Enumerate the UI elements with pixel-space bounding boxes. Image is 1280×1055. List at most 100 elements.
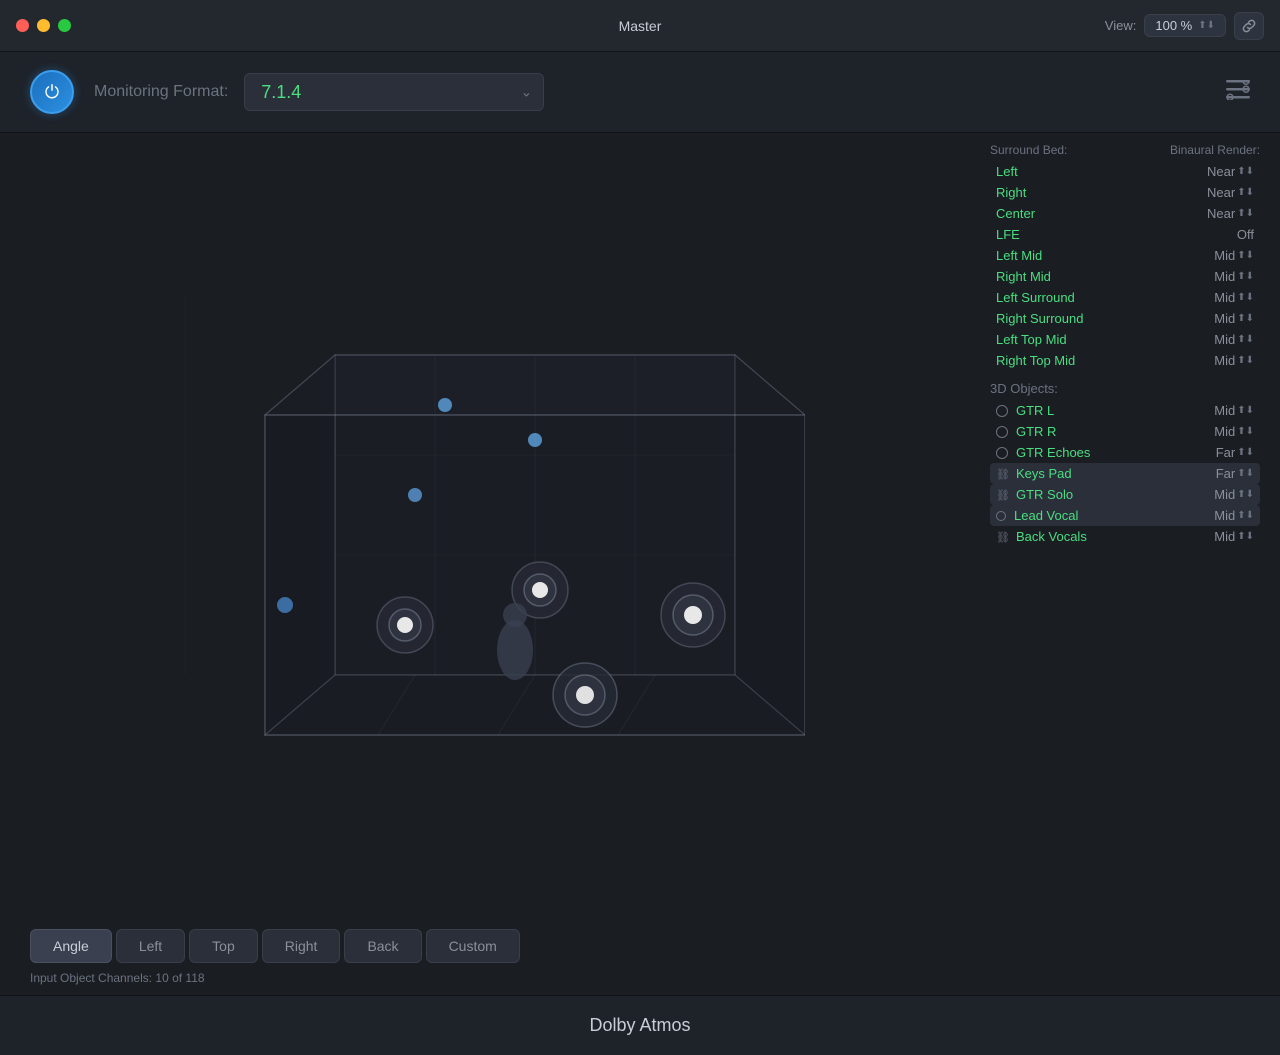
- traffic-lights: [16, 19, 71, 32]
- channel-row-right-surround: Right Surround Mid ⬆⬇: [990, 308, 1260, 329]
- menu-icon-btn[interactable]: [1226, 80, 1250, 105]
- surround-channels-list: Left Near ⬆⬇ Right Near ⬆⬇ Center Near ⬆…: [990, 161, 1260, 371]
- view-stepper-icon[interactable]: ⬆⬇: [1198, 20, 1215, 31]
- obj-row-gtr-echoes: GTR Echoes Far ⬆⬇: [990, 442, 1260, 463]
- channel-stepper-center[interactable]: ⬆⬇: [1237, 208, 1254, 219]
- channel-name-right: Right: [996, 185, 1199, 200]
- channel-name-left: Left: [996, 164, 1199, 179]
- channel-stepper-right-mid[interactable]: ⬆⬇: [1237, 271, 1254, 282]
- view-btn-back[interactable]: Back: [344, 929, 421, 963]
- power-icon: ⏻: [45, 82, 59, 103]
- viz-container: [30, 153, 960, 917]
- channel-row-left-mid: Left Mid Mid ⬆⬇: [990, 245, 1260, 266]
- channel-row-left-top-mid: Left Top Mid Mid ⬆⬇: [990, 329, 1260, 350]
- channel-name-center: Center: [996, 206, 1199, 221]
- obj-value-keys-pad: Far: [1199, 466, 1235, 481]
- obj-name-back-vocals: Back Vocals: [1016, 529, 1199, 544]
- channel-stepper-right-top-mid[interactable]: ⬆⬇: [1237, 355, 1254, 366]
- channel-row-left: Left Near ⬆⬇: [990, 161, 1260, 182]
- power-button[interactable]: ⏻: [30, 70, 74, 114]
- obj-stepper-keys-pad[interactable]: ⬆⬇: [1237, 468, 1254, 479]
- app-title: Dolby Atmos: [589, 1015, 690, 1036]
- input-channels-label: Input Object Channels: 10 of 118: [30, 971, 205, 985]
- right-panel: Surround Bed: Binaural Render: Left Near…: [980, 133, 1280, 995]
- channel-name-left-top-mid: Left Top Mid: [996, 332, 1199, 347]
- obj-indicator-keys-pad: ⛓: [996, 468, 1008, 480]
- obj-value-back-vocals: Mid: [1199, 529, 1235, 544]
- view-value: 100 %: [1155, 18, 1192, 33]
- maximize-button[interactable]: [58, 19, 71, 32]
- obj-name-gtr-echoes: GTR Echoes: [1016, 445, 1199, 460]
- obj-indicator-gtr-echoes: [996, 447, 1008, 459]
- obj-row-gtr-l: GTR L Mid ⬆⬇: [990, 400, 1260, 421]
- channel-row-left-surround: Left Surround Mid ⬆⬇: [990, 287, 1260, 308]
- obj-stepper-back-vocals[interactable]: ⬆⬇: [1237, 531, 1254, 542]
- obj-name-gtr-solo: GTR Solo: [1016, 487, 1199, 502]
- obj-indicator-gtr-r: [996, 426, 1008, 438]
- channel-value-right: Near: [1199, 185, 1235, 200]
- channel-value-left-mid: Mid: [1199, 248, 1235, 263]
- channel-name-left-mid: Left Mid: [996, 248, 1199, 263]
- channel-row-lfe: LFE Off: [990, 224, 1260, 245]
- obj-row-lead-vocal: Lead Vocal Mid ⬆⬇: [990, 505, 1260, 526]
- window-title: Master: [619, 18, 662, 34]
- close-button[interactable]: [16, 19, 29, 32]
- top-section: ⏻ Monitoring Format: 7.1.4 ⌄: [0, 52, 1280, 133]
- channel-name-right-surround: Right Surround: [996, 311, 1199, 326]
- obj-name-lead-vocal: Lead Vocal: [1014, 508, 1199, 523]
- view-btn-custom[interactable]: Custom: [426, 929, 520, 963]
- monitoring-format-select[interactable]: 7.1.4: [244, 73, 544, 111]
- channel-value-left-surround: Mid: [1199, 290, 1235, 305]
- view-buttons: Angle Left Top Right Back Custom: [30, 929, 960, 963]
- obj-value-gtr-l: Mid: [1199, 403, 1235, 418]
- obj-value-gtr-solo: Mid: [1199, 487, 1235, 502]
- channel-value-right-mid: Mid: [1199, 269, 1235, 284]
- obj-stepper-gtr-echoes[interactable]: ⬆⬇: [1237, 447, 1254, 458]
- channel-stepper-right-surround[interactable]: ⬆⬇: [1237, 313, 1254, 324]
- channel-row-right: Right Near ⬆⬇: [990, 182, 1260, 203]
- view-control[interactable]: 100 % ⬆⬇: [1144, 14, 1226, 37]
- channel-name-left-surround: Left Surround: [996, 290, 1199, 305]
- monitoring-format-wrapper[interactable]: 7.1.4 ⌄: [244, 73, 544, 111]
- channel-value-right-top-mid: Mid: [1199, 353, 1235, 368]
- view-btn-right[interactable]: Right: [262, 929, 341, 963]
- input-channels-info: Input Object Channels: 10 of 118: [30, 971, 960, 985]
- view-btn-angle[interactable]: Angle: [30, 929, 112, 963]
- obj-stepper-gtr-r[interactable]: ⬆⬇: [1237, 426, 1254, 437]
- obj-indicator-back-vocals: ⛓: [996, 531, 1008, 543]
- link-button[interactable]: [1234, 12, 1264, 40]
- obj-name-gtr-l: GTR L: [1016, 403, 1199, 418]
- obj-row-gtr-r: GTR R Mid ⬆⬇: [990, 421, 1260, 442]
- viz-section: Angle Left Top Right Back Custom Input O…: [0, 133, 980, 995]
- obj-stepper-gtr-l[interactable]: ⬆⬇: [1237, 405, 1254, 416]
- channel-stepper-left-mid[interactable]: ⬆⬇: [1237, 250, 1254, 261]
- obj-row-gtr-solo: ⛓ GTR Solo Mid ⬆⬇: [990, 484, 1260, 505]
- view-btn-left[interactable]: Left: [116, 929, 185, 963]
- obj-name-keys-pad: Keys Pad: [1016, 466, 1199, 481]
- objects-section-label: 3D Objects:: [990, 381, 1260, 396]
- obj-name-gtr-r: GTR R: [1016, 424, 1199, 439]
- channel-row-right-mid: Right Mid Mid ⬆⬇: [990, 266, 1260, 287]
- channel-stepper-left-surround[interactable]: ⬆⬇: [1237, 292, 1254, 303]
- channel-row-center: Center Near ⬆⬇: [990, 203, 1260, 224]
- minimize-button[interactable]: [37, 19, 50, 32]
- channel-stepper-left[interactable]: ⬆⬇: [1237, 166, 1254, 177]
- view-label: View:: [1105, 18, 1137, 33]
- channel-value-right-surround: Mid: [1199, 311, 1235, 326]
- obj-stepper-lead-vocal[interactable]: ⬆⬇: [1237, 510, 1254, 521]
- channel-stepper-right[interactable]: ⬆⬇: [1237, 187, 1254, 198]
- view-btn-top[interactable]: Top: [189, 929, 258, 963]
- channel-value-center: Near: [1199, 206, 1235, 221]
- obj-value-lead-vocal: Mid: [1199, 508, 1235, 523]
- channel-value-left: Near: [1199, 164, 1235, 179]
- title-bar-controls: View: 100 % ⬆⬇: [1105, 12, 1264, 40]
- obj-stepper-gtr-solo[interactable]: ⬆⬇: [1237, 489, 1254, 500]
- channel-name-lfe: LFE: [996, 227, 1218, 242]
- channel-value-left-top-mid: Mid: [1199, 332, 1235, 347]
- obj-indicator-gtr-l: [996, 405, 1008, 417]
- surround-bed-header: Surround Bed:: [990, 143, 1067, 157]
- channel-stepper-left-top-mid[interactable]: ⬆⬇: [1237, 334, 1254, 345]
- panel-headers: Surround Bed: Binaural Render:: [990, 143, 1260, 157]
- monitoring-label: Monitoring Format:: [94, 83, 228, 101]
- channel-value-lfe: Off: [1218, 227, 1254, 242]
